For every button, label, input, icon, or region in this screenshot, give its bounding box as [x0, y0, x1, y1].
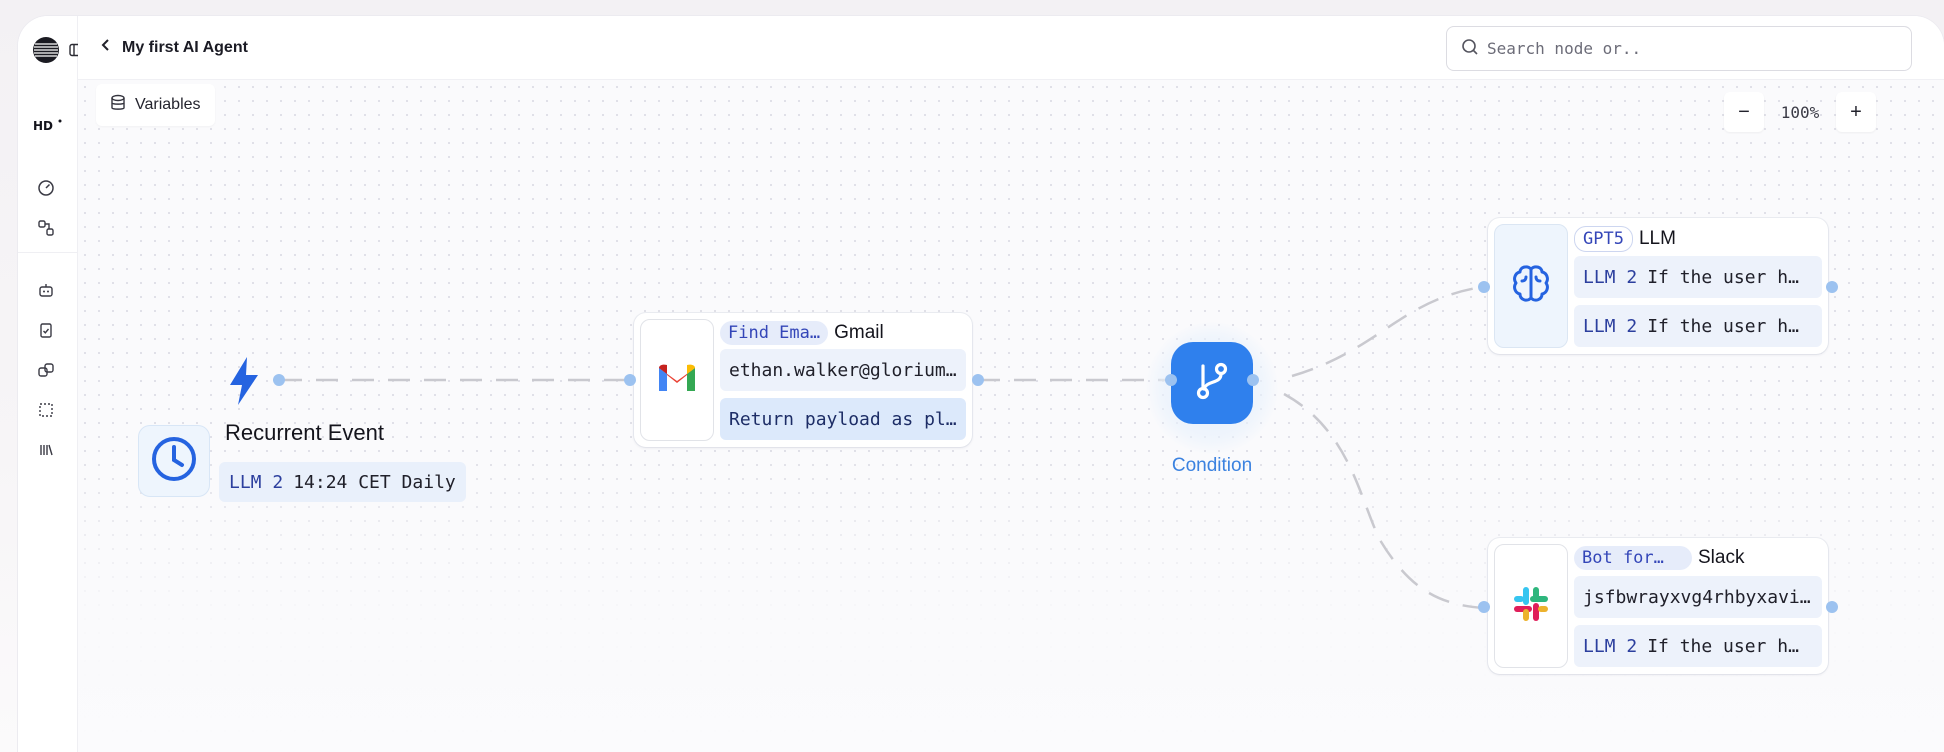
slack-icon-box	[1494, 544, 1568, 668]
trigger-title: Recurrent Event	[225, 420, 384, 445]
llm-chip: LLM 2	[1583, 266, 1638, 288]
gmail-recipient-value: ethan.walker@glorium…	[729, 359, 957, 381]
brain-icon	[1508, 261, 1554, 312]
llm-input-port[interactable]	[1478, 281, 1490, 293]
database-icon	[110, 94, 126, 117]
git-branch-icon	[1189, 358, 1235, 409]
slack-node-name: Slack	[1698, 547, 1745, 568]
gmail-node-header: Find Ema… Gmail	[720, 321, 884, 345]
schedule-value: 14:24 CET Daily	[293, 471, 456, 493]
slack-action-tag: Bot for…	[1574, 546, 1692, 570]
gmail-output-port[interactable]	[972, 374, 984, 386]
search-input[interactable]: Search node or..	[1446, 26, 1912, 71]
slack-channel-field[interactable]: jsfbwrayxvg4rhbyxavi…	[1574, 576, 1822, 618]
clock-icon	[149, 434, 199, 489]
gmail-payload-field[interactable]: Return payload as pl…	[720, 398, 966, 440]
back-button[interactable]: My first AI Agent	[100, 38, 248, 57]
integrations-icon[interactable]	[36, 360, 56, 380]
llm-chip: LLM 2	[229, 471, 284, 493]
gmail-icon-box	[640, 319, 714, 441]
condition-input-port[interactable]	[1165, 374, 1177, 386]
zoom-control: − 100% +	[1724, 92, 1876, 132]
slack-channel-value: jsfbwrayxvg4rhbyxavi…	[1583, 586, 1811, 608]
variables-button[interactable]: Variables	[96, 84, 215, 126]
top-bar: My first AI Agent Search node or..	[78, 16, 1944, 80]
trigger-output-port[interactable]	[273, 374, 285, 386]
page-title: My first AI Agent	[122, 38, 248, 56]
clipboard-check-icon[interactable]	[36, 320, 56, 340]
gmail-node-name: Gmail	[834, 322, 884, 343]
llm-node-name: LLM	[1638, 228, 1676, 249]
slack-message-value: If the user h…	[1647, 635, 1799, 657]
slack-node-header: Bot for… Slack	[1574, 546, 1744, 570]
library-icon[interactable]	[36, 440, 56, 460]
llm-prompt-value-2: If the user h…	[1647, 315, 1799, 337]
gmail-recipient-field[interactable]: ethan.walker@glorium…	[720, 349, 966, 391]
trigger-bolt-icon	[224, 355, 264, 412]
slack-message-field[interactable]: LLM 2 If the user h…	[1574, 625, 1822, 667]
slack-output-port[interactable]	[1826, 601, 1838, 613]
zoom-out-button[interactable]: −	[1724, 92, 1764, 132]
nodes-icon[interactable]	[36, 218, 56, 238]
slack-node[interactable]: Bot for… Slack jsfbwrayxvg4rhbyxavi… LLM…	[1488, 538, 1828, 674]
variables-label: Variables	[135, 96, 201, 113]
llm-model-tag: GPT5	[1574, 226, 1633, 252]
zoom-in-button[interactable]: +	[1836, 92, 1876, 132]
bot-icon[interactable]	[36, 280, 56, 300]
llm-node[interactable]: GPT5 LLM LLM 2 If the user h… LLM 2 If t…	[1488, 218, 1828, 354]
selection-icon[interactable]	[36, 400, 56, 420]
condition-node[interactable]	[1171, 342, 1253, 424]
trigger-icon-box[interactable]	[138, 425, 210, 497]
llm-chip: LLM 2	[1583, 315, 1638, 337]
zoom-level: 100%	[1780, 102, 1820, 122]
llm-prompt-field-2[interactable]: LLM 2 If the user h…	[1574, 305, 1822, 347]
slack-icon	[1511, 584, 1551, 629]
gmail-payload-value: Return payload as pl…	[729, 408, 957, 430]
trigger-schedule-field[interactable]: LLM 2 14:24 CET Daily	[219, 462, 466, 502]
condition-output-port[interactable]	[1247, 374, 1259, 386]
llm-chip: LLM 2	[1583, 635, 1638, 657]
left-rail: HD	[18, 16, 83, 752]
logo-icon[interactable]	[32, 36, 60, 64]
gmail-icon	[656, 362, 698, 399]
llm-icon-box	[1494, 224, 1568, 348]
gmail-node[interactable]: Find Ema… Gmail ethan.walker@glorium… Re…	[634, 313, 972, 447]
gmail-input-port[interactable]	[624, 374, 636, 386]
llm-prompt-value-1: If the user h…	[1647, 266, 1799, 288]
llm-prompt-field-1[interactable]: LLM 2 If the user h…	[1574, 256, 1822, 298]
llm-node-header: GPT5 LLM	[1574, 226, 1676, 252]
search-placeholder: Search node or..	[1487, 39, 1642, 58]
svg-text:HD: HD	[33, 119, 53, 132]
gauge-icon[interactable]	[36, 178, 56, 198]
slack-input-port[interactable]	[1478, 601, 1490, 613]
gmail-action-tag: Find Ema…	[720, 321, 829, 345]
hd-brand-icon[interactable]: HD	[32, 116, 64, 134]
llm-output-port[interactable]	[1826, 281, 1838, 293]
search-icon	[1461, 38, 1479, 60]
condition-label: Condition	[1171, 455, 1253, 476]
chevron-left-icon	[100, 38, 112, 57]
